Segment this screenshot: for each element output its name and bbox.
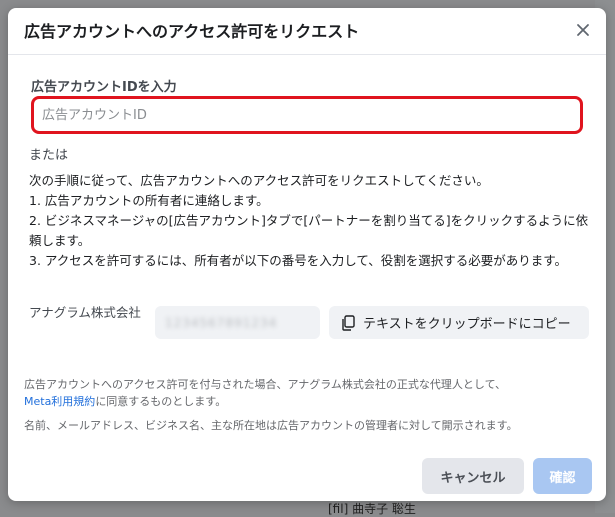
instructions: 次の手順に従って、広告アカウントへのアクセス許可をリクエストしてください。 1.… xyxy=(29,171,589,271)
dialog-title: 広告アカウントへのアクセス許可をリクエスト xyxy=(24,22,360,41)
copy-icon xyxy=(341,314,355,331)
header-divider xyxy=(8,54,606,55)
copy-to-clipboard-button[interactable]: テキストをクリップボードにコピー xyxy=(329,306,589,339)
ad-account-id-input[interactable] xyxy=(34,99,580,131)
ad-account-id-field-wrapper xyxy=(31,96,583,134)
close-icon xyxy=(576,22,590,41)
legal-suffix: に同意するものとします。 xyxy=(95,395,227,408)
partner-code-value: 1234567891234 xyxy=(165,315,278,330)
ad-account-id-label: 広告アカウントIDを入力 xyxy=(31,80,177,95)
disclosure-notice: 名前、メールアドレス、ビジネス名、主な所在地は広告アカウントの管理者に対して開示… xyxy=(24,419,518,432)
instruction-line: 1. 広告アカウントの所有者に連絡します。 xyxy=(29,193,269,208)
legal-prefix: 広告アカウントへのアクセス許可を付与された場合、アナグラム株式会社の正式な代理人… xyxy=(24,378,507,391)
cancel-button[interactable]: キャンセル xyxy=(422,458,524,494)
partner-code-field: 1234567891234 xyxy=(155,306,320,339)
instruction-line: 2. ビジネスマネージャの[広告アカウント]タブで[パートナーを割り当てる]をク… xyxy=(29,213,589,248)
background-text: [fil] 曲寺子 聡生 xyxy=(328,502,416,516)
confirm-button[interactable]: 確認 xyxy=(533,458,592,494)
or-text: または xyxy=(29,148,69,163)
instruction-line: 次の手順に従って、広告アカウントへのアクセス許可をリクエストしてください。 xyxy=(29,173,489,188)
close-button[interactable] xyxy=(572,20,594,42)
request-access-dialog: 広告アカウントへのアクセス許可をリクエスト 広告アカウントIDを入力 または 次… xyxy=(8,8,606,501)
instruction-line: 3. アクセスを許可するには、所有者が以下の番号を入力して、役割を選択する必要が… xyxy=(29,253,568,268)
copy-button-label: テキストをクリップボードにコピー xyxy=(363,317,571,332)
terms-link[interactable]: Meta利用規約 xyxy=(24,395,95,408)
company-name: アナグラム株式会社 xyxy=(29,305,141,320)
legal-notice: 広告アカウントへのアクセス許可を付与された場合、アナグラム株式会社の正式な代理人… xyxy=(24,376,584,410)
